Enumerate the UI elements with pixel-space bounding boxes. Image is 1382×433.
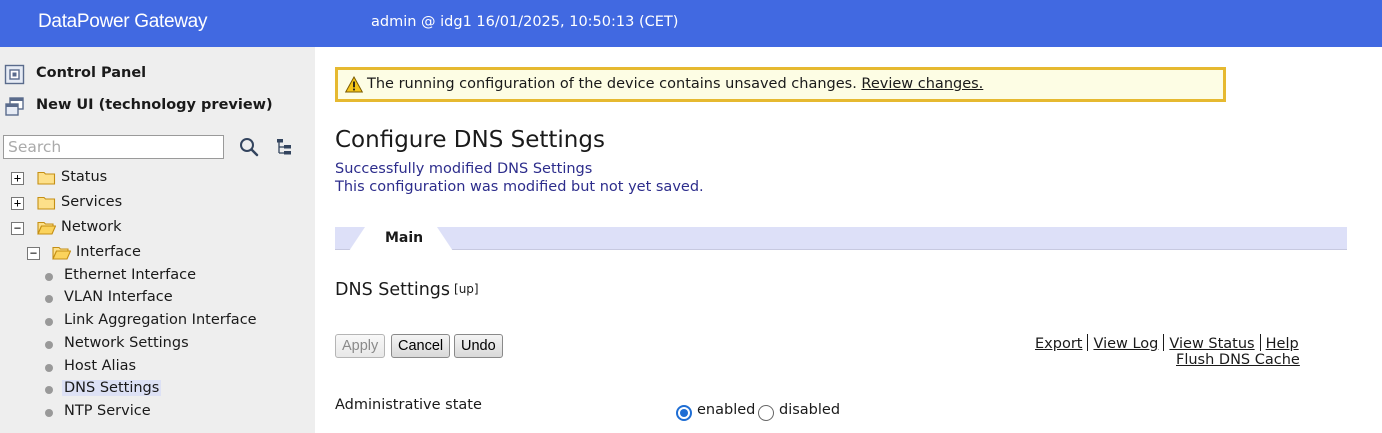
unsaved-message: This configuration was modified but not … [335, 179, 704, 195]
admin-state-disabled-radio[interactable] [758, 405, 774, 421]
tree-label: Network [61, 219, 122, 235]
enabled-label: enabled [697, 402, 756, 418]
bullet-icon [45, 386, 53, 394]
bullet-icon [45, 341, 53, 349]
search-input[interactable] [3, 135, 224, 159]
tree-label: Ethernet Interface [64, 267, 196, 283]
admin-state-label: Administrative state [335, 397, 482, 413]
tab-main[interactable]: Main [349, 227, 453, 251]
admin-state-enabled-radio[interactable] [676, 405, 692, 421]
admin-state-radio-group: enabled disabled [676, 402, 876, 423]
link-separator [1163, 334, 1165, 351]
tree-node-status[interactable]: + Status [0, 167, 300, 189]
control-panel-icon [4, 64, 25, 85]
warning-text: The running configuration of the device … [367, 76, 857, 92]
success-message: Successfully modified DNS Settings [335, 161, 593, 177]
tree-label: Status [61, 169, 108, 185]
tree-item-host-alias[interactable]: Host Alias [0, 357, 300, 379]
new-ui-label: New UI (technology preview) [36, 97, 273, 113]
apply-button[interactable]: Apply [335, 334, 386, 358]
up-link[interactable]: [up] [454, 282, 479, 296]
tree-item-dns-settings[interactable]: DNS Settings [0, 379, 300, 401]
tree-item-ethernet-interface[interactable]: Ethernet Interface [0, 266, 300, 288]
page-title: Configure DNS Settings [335, 127, 605, 153]
bullet-icon [45, 364, 53, 372]
tree-view-icon[interactable] [276, 138, 292, 156]
link-separator [1259, 334, 1261, 351]
tree-label: Services [61, 194, 123, 210]
review-changes-link[interactable]: Review changes. [861, 76, 983, 92]
control-panel-label: Control Panel [36, 65, 147, 81]
open-folder-icon [37, 221, 56, 235]
tree-item-link-aggregation-interface[interactable]: Link Aggregation Interface [0, 311, 300, 333]
main-content: The running configuration of the device … [315, 47, 1382, 433]
link-separator [1087, 334, 1089, 351]
expand-toggle[interactable]: + [11, 197, 24, 210]
view-log-link[interactable]: View Log [1093, 336, 1158, 352]
new-window-icon [5, 97, 24, 116]
help-link[interactable]: Help [1266, 336, 1299, 352]
tree-label: NTP Service [64, 403, 151, 419]
disabled-label: disabled [779, 402, 841, 418]
cancel-button[interactable]: Cancel [391, 334, 451, 358]
tree-label: Link Aggregation Interface [64, 312, 257, 328]
open-folder-icon [52, 246, 71, 260]
tree-label: Network Settings [64, 335, 189, 351]
tree-item-vlan-interface[interactable]: VLAN Interface [0, 288, 300, 310]
folder-icon [37, 171, 56, 185]
collapse-toggle[interactable]: − [27, 247, 40, 260]
flush-links: Flush DNS Cache [1176, 352, 1300, 368]
unsaved-changes-banner: The running configuration of the device … [335, 67, 1226, 102]
tree-label-selected: DNS Settings [62, 380, 162, 396]
tree-node-network[interactable]: − Network [0, 217, 300, 239]
bullet-icon [45, 409, 53, 417]
tree-item-network-settings[interactable]: Network Settings [0, 334, 300, 356]
section-title: DNS Settings [up] [335, 280, 479, 300]
flush-dns-cache-link[interactable]: Flush DNS Cache [1176, 352, 1300, 368]
tree-node-interface[interactable]: − Interface [0, 242, 300, 264]
action-links: Export View Log View Status Help [1035, 334, 1299, 352]
search-icon[interactable] [239, 137, 259, 157]
section-title-text: DNS Settings [335, 280, 451, 300]
sidebar: Control Panel New UI (technology preview… [0, 47, 315, 433]
folder-icon [37, 196, 56, 210]
app-brand: DataPower Gateway [38, 11, 208, 32]
bullet-icon [45, 318, 53, 326]
tab-main-label: Main [385, 230, 424, 246]
tree-label: Host Alias [64, 358, 137, 374]
top-header: DataPower Gateway admin @ idg1 16/01/202… [0, 0, 1382, 47]
tree-node-services[interactable]: + Services [0, 192, 300, 214]
bullet-icon [45, 273, 53, 281]
tree-label: Interface [76, 244, 141, 260]
expand-toggle[interactable]: + [11, 172, 24, 185]
tab-bar: Main [335, 227, 1347, 251]
undo-button[interactable]: Undo [454, 334, 503, 358]
view-status-link[interactable]: View Status [1169, 336, 1254, 352]
export-link[interactable]: Export [1035, 336, 1082, 352]
tree-label: VLAN Interface [64, 289, 173, 305]
tree-item-ntp-service[interactable]: NTP Service [0, 402, 300, 424]
session-info: admin @ idg1 16/01/2025, 10:50:13 (CET) [371, 14, 679, 30]
bullet-icon [45, 295, 53, 303]
warning-icon [345, 76, 363, 93]
collapse-toggle[interactable]: − [11, 222, 24, 235]
